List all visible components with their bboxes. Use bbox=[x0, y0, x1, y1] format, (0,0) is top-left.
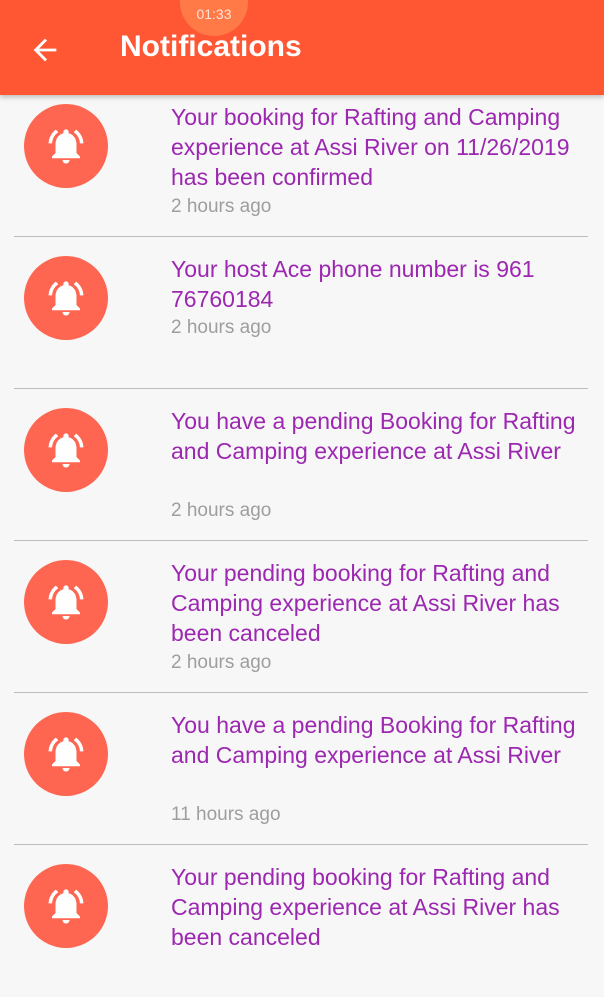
notification-avatar bbox=[24, 104, 108, 188]
bell-ringing-icon bbox=[48, 433, 84, 468]
notification-item[interactable]: Your pending booking for Rafting and Cam… bbox=[0, 855, 604, 997]
notification-message: Your pending booking for Rafting and Cam… bbox=[171, 864, 560, 950]
notification-time: 2 hours ago bbox=[171, 500, 272, 521]
notification-item[interactable]: You have a pending Booking for Rafting a… bbox=[0, 399, 604, 541]
notification-item[interactable]: Your pending booking for Rafting and Cam… bbox=[0, 551, 604, 693]
arrow-back-icon bbox=[33, 38, 57, 62]
divider bbox=[14, 540, 588, 541]
notification-avatar bbox=[24, 560, 108, 644]
notification-message: Your pending booking for Rafting and Cam… bbox=[171, 560, 560, 646]
bell-ringing-icon bbox=[48, 281, 84, 316]
bell-ringing-icon bbox=[48, 129, 84, 164]
notification-avatar bbox=[24, 256, 108, 340]
page-title: Notifications bbox=[120, 30, 302, 63]
notification-message: You have a pending Booking for Rafting a… bbox=[171, 408, 576, 464]
notification-item[interactable]: You have a pending Booking for Rafting a… bbox=[0, 703, 604, 845]
back-button[interactable] bbox=[28, 33, 62, 67]
divider bbox=[14, 844, 588, 845]
notification-time: 2 hours ago bbox=[171, 652, 272, 673]
bell-ringing-icon bbox=[48, 585, 84, 620]
notification-avatar bbox=[24, 712, 108, 796]
notification-avatar bbox=[24, 408, 108, 492]
notification-item[interactable]: Your booking for Rafting and Camping exp… bbox=[0, 95, 604, 237]
notification-avatar bbox=[24, 864, 108, 948]
notification-item[interactable]: Your host Ace phone number is 961 767601… bbox=[0, 247, 604, 389]
notification-message: Your booking for Rafting and Camping exp… bbox=[171, 104, 570, 190]
divider bbox=[14, 692, 588, 693]
divider bbox=[14, 388, 588, 389]
app-bar: 01:33 Notifications bbox=[0, 0, 604, 95]
bell-ringing-icon bbox=[48, 889, 84, 924]
notification-message: You have a pending Booking for Rafting a… bbox=[171, 712, 576, 768]
divider bbox=[14, 236, 588, 237]
notification-message: Your host Ace phone number is 961 767601… bbox=[171, 256, 535, 312]
bell-ringing-icon bbox=[48, 737, 84, 772]
notification-time: 2 hours ago bbox=[171, 317, 272, 338]
notification-time: 2 hours ago bbox=[171, 196, 272, 217]
notification-time: 11 hours ago bbox=[171, 804, 281, 825]
